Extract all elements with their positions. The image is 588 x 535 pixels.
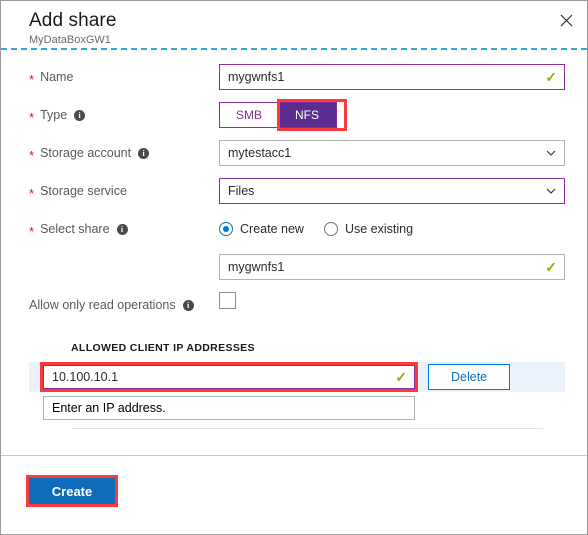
control-storage-service: Files: [219, 178, 565, 204]
required-marker: *: [29, 185, 35, 201]
label-read-only: Allow only read operations i: [29, 292, 219, 318]
close-icon[interactable]: [553, 7, 579, 33]
storage-account-value: mytestacc1: [228, 146, 292, 160]
field-row-storage-account: * Storage account i mytestacc1: [1, 140, 587, 170]
control-name: mygwnfs1 ✓: [219, 64, 565, 90]
new-ip-row: Enter an IP address.: [29, 392, 565, 420]
select-share-radio-group: Create new Use existing: [219, 216, 565, 242]
field-row-read-only: Allow only read operations i: [1, 292, 587, 322]
label-type: * Type i: [29, 102, 219, 128]
storage-service-value: Files: [228, 184, 255, 198]
field-row-select-share: * Select share i Create new Use existing: [1, 216, 587, 246]
valid-check-icon: ✓: [545, 69, 557, 85]
allowed-ips-list: 10.100.10.1 ✓ Delete Enter an IP address…: [1, 362, 587, 429]
new-ip-input[interactable]: Enter an IP address.: [43, 396, 415, 420]
label-name: * Name: [29, 64, 219, 90]
radio-create-new-label: Create new: [240, 222, 304, 236]
label-select-share-text: Select share: [40, 222, 110, 236]
allowed-ips-section-title: ALLOWED CLIENT IP ADDRESSES: [71, 342, 255, 354]
label-storage-service-text: Storage service: [40, 184, 127, 198]
info-icon[interactable]: i: [74, 109, 86, 121]
info-icon[interactable]: i: [138, 147, 150, 159]
storage-account-dropdown[interactable]: mytestacc1: [219, 140, 565, 166]
ip-address-value: 10.100.10.1: [52, 370, 119, 384]
required-marker: *: [29, 109, 35, 125]
radio-dot-selected: [219, 222, 233, 236]
name-input-value: mygwnfs1: [228, 70, 285, 84]
valid-check-icon: ✓: [395, 369, 407, 385]
control-share-name: mygwnfs1 ✓: [219, 254, 565, 280]
label-select-share: * Select share i: [29, 216, 219, 242]
field-row-storage-service: * Storage service Files: [1, 178, 587, 208]
create-button[interactable]: Create: [29, 478, 115, 504]
field-row-share-name: mygwnfs1 ✓: [1, 254, 587, 284]
control-read-only: [219, 292, 565, 309]
share-name-input[interactable]: mygwnfs1 ✓: [219, 254, 565, 280]
label-storage-account-text: Storage account: [40, 146, 132, 160]
new-ip-placeholder: Enter an IP address.: [52, 401, 166, 415]
label-storage-service: * Storage service: [29, 178, 219, 204]
storage-service-dropdown[interactable]: Files: [219, 178, 565, 204]
dialog-header: Add share MyDataBoxGW1: [1, 1, 587, 48]
type-toggle: SMB NFS: [219, 102, 337, 128]
required-marker: *: [29, 71, 35, 87]
ip-address-input[interactable]: 10.100.10.1 ✓: [43, 365, 415, 389]
label-name-text: Name: [40, 70, 74, 84]
required-marker: *: [29, 147, 35, 163]
control-type: SMB NFS: [219, 99, 565, 131]
required-marker: *: [29, 223, 35, 239]
control-storage-account: mytestacc1: [219, 140, 565, 166]
share-name-value: mygwnfs1: [228, 260, 285, 274]
label-type-text: Type: [40, 108, 68, 122]
page-title: Add share: [29, 10, 117, 31]
dialog-footer: Create: [1, 456, 587, 507]
type-toggle-wrapper: SMB NFS: [219, 99, 347, 131]
field-row-type: * Type i SMB NFS: [1, 99, 587, 132]
label-storage-account: * Storage account i: [29, 140, 219, 166]
radio-use-existing-label: Use existing: [344, 222, 414, 236]
dialog-subtitle: MyDataBoxGW1: [29, 34, 111, 46]
name-input[interactable]: mygwnfs1 ✓: [219, 64, 565, 90]
add-share-form: * Name mygwnfs1 ✓ * Type i SMB NFS * Sto…: [1, 50, 587, 322]
ip-list-item: 10.100.10.1 ✓ Delete: [29, 362, 565, 392]
radio-dot: [323, 222, 338, 236]
delete-button[interactable]: Delete: [428, 364, 511, 390]
control-select-share: Create new Use existing: [219, 216, 565, 242]
info-icon[interactable]: i: [182, 299, 194, 311]
info-icon[interactable]: i: [116, 223, 128, 235]
type-option-smb[interactable]: SMB: [220, 103, 278, 127]
add-share-dialog: Add share MyDataBoxGW1 * Name mygwnfs1 ✓: [0, 0, 588, 535]
label-read-only-text: Allow only read operations: [29, 298, 176, 312]
valid-check-icon: ✓: [545, 259, 557, 275]
type-option-nfs[interactable]: NFS: [278, 103, 336, 127]
chevron-down-icon: [546, 186, 556, 196]
field-row-name: * Name mygwnfs1 ✓: [1, 64, 587, 94]
radio-use-existing[interactable]: Use existing: [323, 222, 414, 236]
chevron-down-icon: [546, 148, 556, 158]
ip-list-divider: [71, 428, 543, 429]
read-only-checkbox[interactable]: [219, 292, 236, 309]
radio-create-new[interactable]: Create new: [219, 222, 304, 236]
